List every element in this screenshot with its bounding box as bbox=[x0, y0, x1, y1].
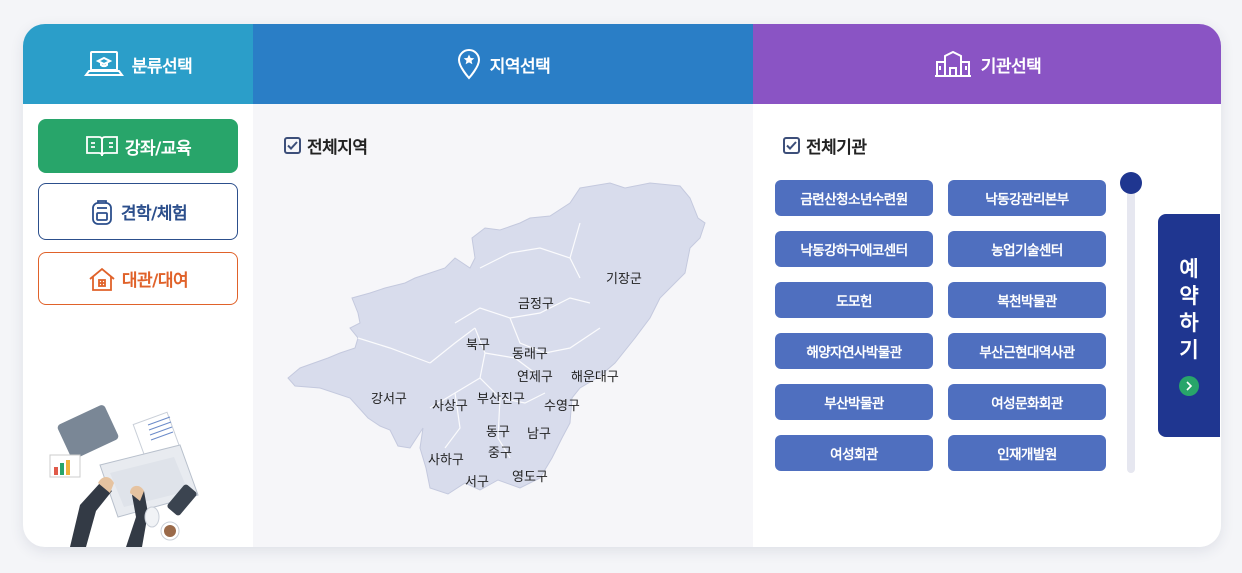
region-all-checkbox[interactable]: 전체지역 bbox=[284, 133, 368, 158]
district-geumjeong[interactable]: 금정구 bbox=[518, 293, 554, 312]
institution-button[interactable]: 낙동강관리본부 bbox=[948, 180, 1106, 216]
category-lecture-button[interactable]: 강좌/교육 bbox=[38, 119, 238, 173]
institution-all-checkbox[interactable]: 전체기관 bbox=[783, 133, 867, 158]
district-jung[interactable]: 중구 bbox=[488, 442, 512, 461]
district-seo[interactable]: 서구 bbox=[465, 471, 489, 490]
category-header: 분류선택 bbox=[23, 24, 253, 104]
institution-button[interactable]: 도모헌 bbox=[775, 282, 933, 318]
hands-image bbox=[70, 477, 148, 547]
institution-scroll-track[interactable] bbox=[1127, 185, 1135, 473]
chevron-right-icon bbox=[1179, 375, 1199, 396]
institution-button[interactable]: 부산근현대역사관 bbox=[948, 333, 1106, 369]
coffee-cup-image bbox=[160, 521, 180, 541]
tablet-image bbox=[57, 405, 119, 459]
book-icon bbox=[85, 136, 118, 157]
district-gangseo[interactable]: 강서구 bbox=[371, 388, 407, 407]
mouse-image bbox=[144, 506, 160, 528]
institution-button[interactable]: 해양자연사박물관 bbox=[775, 333, 933, 369]
institution-button[interactable]: 부산박물관 bbox=[775, 384, 933, 420]
district-haeundae[interactable]: 해운대구 bbox=[571, 366, 619, 385]
reserve-char: 약 bbox=[1179, 283, 1199, 308]
district-nam[interactable]: 남구 bbox=[527, 423, 551, 442]
reserve-char: 기 bbox=[1179, 337, 1199, 362]
institution-panel bbox=[753, 104, 1221, 547]
district-buk[interactable]: 북구 bbox=[466, 334, 490, 353]
institution-button[interactable]: 여성회관 bbox=[775, 435, 933, 471]
busan-map[interactable] bbox=[280, 178, 730, 523]
region-header: 지역선택 bbox=[253, 24, 753, 104]
checkbox-check-icon bbox=[284, 137, 301, 154]
location-pin-icon bbox=[457, 49, 480, 80]
category-lecture-label: 강좌/교육 bbox=[124, 138, 192, 159]
checkbox-check-icon bbox=[783, 137, 800, 154]
backpack-icon bbox=[91, 199, 112, 225]
institution-button[interactable]: 인재개발원 bbox=[948, 435, 1106, 471]
district-yeongdo[interactable]: 영도구 bbox=[512, 466, 548, 485]
district-dong[interactable]: 동구 bbox=[486, 421, 510, 440]
house-icon bbox=[89, 267, 115, 291]
district-yeonje[interactable]: 연제구 bbox=[517, 366, 553, 385]
reserve-char: 하 bbox=[1179, 310, 1199, 335]
institution-button[interactable]: 금련산청소년수련원 bbox=[775, 180, 933, 216]
category-tour-button[interactable]: 견학/체험 bbox=[38, 183, 238, 240]
district-saha[interactable]: 사하구 bbox=[428, 449, 464, 468]
desk-illustration bbox=[49, 405, 199, 547]
institution-button[interactable]: 복천박물관 bbox=[948, 282, 1106, 318]
institution-all-label: 전체기관 bbox=[806, 138, 867, 158]
institution-header: 기관선택 bbox=[753, 24, 1221, 104]
building-icon bbox=[934, 50, 971, 77]
institution-button[interactable]: 낙동강하구에코센터 bbox=[775, 231, 933, 267]
region-header-label: 지역선택 bbox=[489, 56, 551, 77]
reserve-button[interactable]: 예 약 하 기 bbox=[1158, 214, 1220, 437]
category-rental-label: 대관/대여 bbox=[121, 271, 189, 291]
institution-button[interactable]: 농업기술센터 bbox=[948, 231, 1106, 267]
district-gijang[interactable]: 기장군 bbox=[606, 268, 642, 287]
laptop-icon bbox=[83, 51, 124, 76]
category-tour-label: 견학/체험 bbox=[120, 204, 188, 224]
district-dongnae[interactable]: 동래구 bbox=[512, 343, 548, 362]
institution-button[interactable]: 여성문화회관 bbox=[948, 384, 1106, 420]
region-all-label: 전체지역 bbox=[307, 138, 368, 158]
district-busanjin[interactable]: 부산진구 bbox=[477, 388, 525, 407]
district-sasang[interactable]: 사상구 bbox=[432, 395, 468, 414]
reserve-char: 예 bbox=[1179, 256, 1199, 281]
institution-scroll-handle[interactable] bbox=[1120, 172, 1142, 194]
institution-header-label: 기관선택 bbox=[980, 56, 1042, 77]
category-header-label: 분류선택 bbox=[131, 56, 193, 77]
category-rental-button[interactable]: 대관/대여 bbox=[38, 252, 238, 305]
district-suyeong[interactable]: 수영구 bbox=[544, 395, 580, 414]
